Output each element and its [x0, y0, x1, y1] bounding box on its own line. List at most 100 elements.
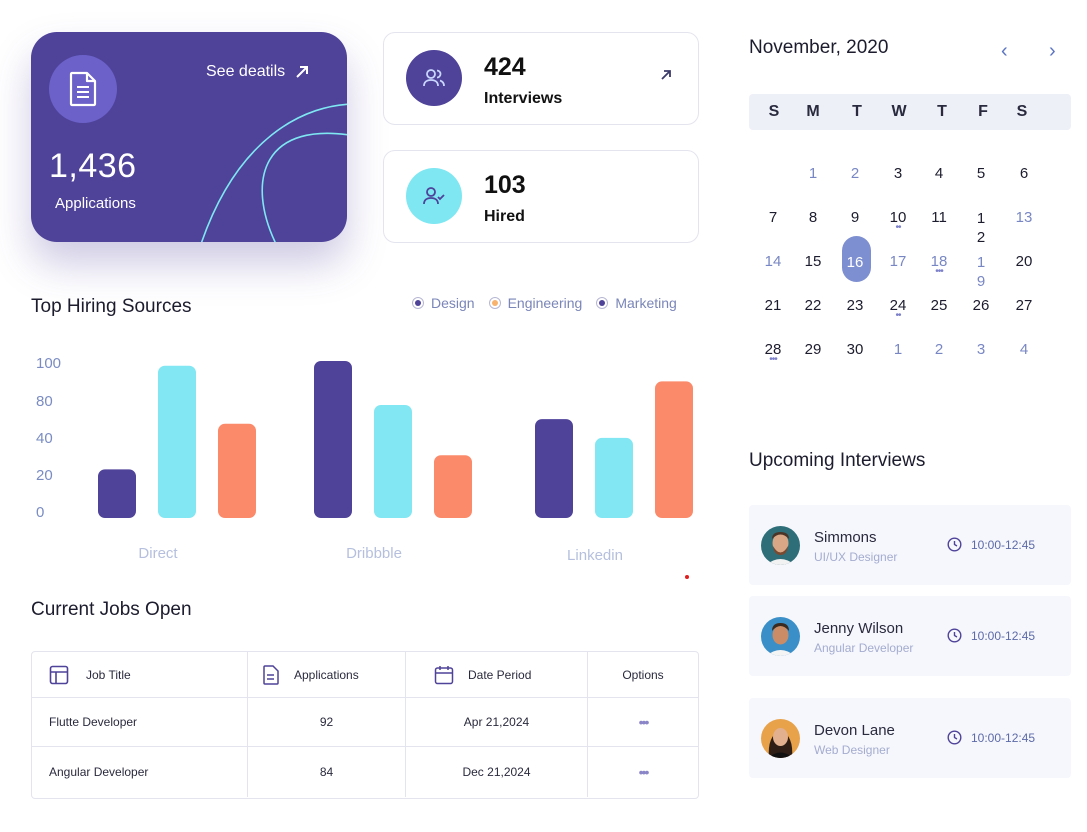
category-label: Dribbble — [346, 545, 402, 562]
calendar-day[interactable]: 20 — [1016, 253, 1033, 271]
calendar-day[interactable]: 23 — [847, 297, 864, 315]
calendar-day[interactable]: 6 — [1020, 165, 1028, 183]
calendar-day[interactable]: 24 •• — [890, 297, 907, 321]
arrow-up-right-icon — [296, 66, 309, 78]
calendar-day[interactable]: 5 — [977, 165, 985, 183]
calendar-day[interactable]: 15 — [805, 253, 822, 271]
calendar-day-number: 29 — [804, 341, 822, 358]
weekday-label: S — [1016, 103, 1028, 120]
upcoming-interviews-title: Upcoming Interviews — [749, 450, 926, 471]
calendar-day[interactable]: 2 — [935, 341, 943, 359]
hiring-sources-title: Top Hiring Sources — [31, 296, 192, 317]
calendar-day[interactable]: 27 — [1016, 297, 1033, 315]
calendar-day[interactable]: 2 — [851, 165, 859, 183]
more-options-icon[interactable]: ••• — [639, 764, 650, 780]
applications-count: 1,436 — [49, 147, 137, 185]
hiring-sources-chart: 100 80 40 20 0 Direct Dribbble Linkedin — [36, 355, 693, 564]
calendar-day[interactable]: 10 •• — [890, 209, 907, 233]
table-row[interactable]: Flutte Developer 92 Apr 21,2024 ••• — [32, 698, 698, 747]
calendar-day[interactable]: 26 — [973, 297, 990, 315]
legend-item-design[interactable]: Design — [412, 295, 475, 311]
calendar-day-number: 23 — [846, 297, 864, 314]
interview-card[interactable]: Simmons UI/UX Designer 10:00-12:45 — [749, 505, 1071, 585]
legend-item-engineering[interactable]: Engineering — [488, 295, 582, 311]
document-icon — [49, 55, 117, 123]
calendar-day[interactable]: 13 — [1016, 209, 1033, 227]
calendar-day[interactable]: 22 — [805, 297, 822, 315]
calendar-day-number: 17 — [889, 253, 907, 270]
applications-label: Applications — [55, 195, 136, 212]
category-label: Direct — [138, 545, 178, 562]
calendar-day[interactable]: 16 — [847, 254, 864, 272]
avatar — [761, 719, 800, 758]
applications-cell: 92 — [248, 698, 406, 746]
interviewee-name: Devon Lane — [814, 722, 895, 739]
calendar-day[interactable]: 4 — [1020, 341, 1028, 359]
calendar-day[interactable]: 21 — [765, 297, 782, 315]
weekday-label: M — [806, 103, 820, 120]
clock-icon — [947, 730, 962, 745]
interviews-label: Interviews — [484, 90, 563, 107]
interviews-count: 424 — [484, 53, 526, 81]
calendar-day[interactable]: 11 — [931, 209, 947, 227]
calendar-day[interactable]: 1 — [894, 341, 902, 359]
header-job-title[interactable]: Job Title — [32, 652, 248, 697]
interview-time-label: 10:00-12:45 — [971, 537, 1036, 552]
date-cell: Dec 21,2024 — [406, 747, 588, 797]
calendar-day[interactable]: 3 — [977, 341, 985, 359]
bar-design-direct — [98, 469, 136, 518]
radio-dot-icon — [488, 297, 501, 309]
calendar-day[interactable]: 28 ••• — [765, 341, 782, 365]
header-date-period[interactable]: Date Period — [406, 652, 588, 697]
calendar-next-button[interactable]: › — [1049, 40, 1056, 63]
calendar-day[interactable]: 4 — [935, 165, 943, 183]
calendar-day-number: 4 — [1019, 341, 1029, 358]
calendar-prev-button[interactable]: ‹ — [1001, 40, 1008, 63]
calendar-day-number: 16 — [846, 254, 864, 271]
calendar-day[interactable]: 18 ••• — [931, 253, 948, 277]
table-row[interactable]: Angular Developer 84 Dec 21,2024 ••• — [32, 747, 698, 797]
calendar-day[interactable]: 17 — [890, 253, 907, 271]
calendar-day-number: 20 — [1015, 253, 1033, 270]
users-icon — [406, 50, 462, 106]
y-tick-label: 100 — [36, 355, 61, 372]
calendar-day-number: 9 — [850, 209, 860, 226]
header-label: Applications — [294, 667, 359, 682]
interview-card[interactable]: Jenny Wilson Angular Developer 10:00-12:… — [749, 596, 1071, 676]
calendar-day[interactable]: 19 — [977, 253, 985, 291]
bar-engineering-linkedin — [595, 437, 633, 518]
interviewee-name: Simmons — [814, 529, 877, 546]
interview-card[interactable]: Devon Lane Web Designer 10:00-12:45 — [749, 698, 1071, 778]
header-applications[interactable]: Applications — [248, 652, 406, 697]
bar-marketing-direct — [218, 423, 256, 518]
calendar-day[interactable]: 8 — [809, 209, 817, 227]
calendar-day[interactable]: 30 — [847, 341, 864, 359]
hired-stat-card[interactable]: 103 Hired — [383, 150, 699, 243]
calendar-day[interactable]: 3 — [894, 165, 902, 183]
applications-card[interactable]: See deatils 1,436 Applications — [31, 32, 347, 242]
interview-time-label: 10:00-12:45 — [971, 730, 1036, 745]
y-tick-label: 0 — [36, 504, 44, 521]
job-title-cell: Flutte Developer — [32, 698, 248, 746]
table-header-row: Job Title Applications Date Period Optio… — [32, 652, 698, 698]
calendar-day-number: 26 — [972, 297, 990, 314]
legend-item-marketing[interactable]: Marketing — [596, 295, 677, 311]
calendar-day[interactable]: 9 — [851, 209, 859, 227]
calendar-day[interactable]: 25 — [931, 297, 948, 315]
more-options-icon[interactable]: ••• — [639, 714, 650, 730]
avatar — [761, 526, 800, 565]
calendar-day[interactable]: 1 — [809, 165, 817, 183]
chart-legend: Design Engineering Marketing — [412, 295, 677, 311]
calendar-day[interactable]: 14 — [765, 253, 782, 271]
calendar-day[interactable]: 12 — [977, 209, 985, 247]
see-details-link[interactable]: See deatils — [206, 63, 309, 81]
calendar-day[interactable]: 29 — [805, 341, 822, 359]
calendar-day-number: 11 — [931, 209, 947, 226]
calendar-day[interactable]: 7 — [769, 209, 777, 227]
see-details-label: See deatils — [206, 63, 286, 80]
y-tick-label: 80 — [36, 393, 53, 410]
arrow-up-right-icon[interactable] — [660, 69, 672, 81]
legend-label: Design — [431, 295, 475, 311]
calendar-weekday-header: S M T W T F S — [749, 94, 1071, 130]
interviews-stat-card[interactable]: 424 Interviews — [383, 32, 699, 125]
